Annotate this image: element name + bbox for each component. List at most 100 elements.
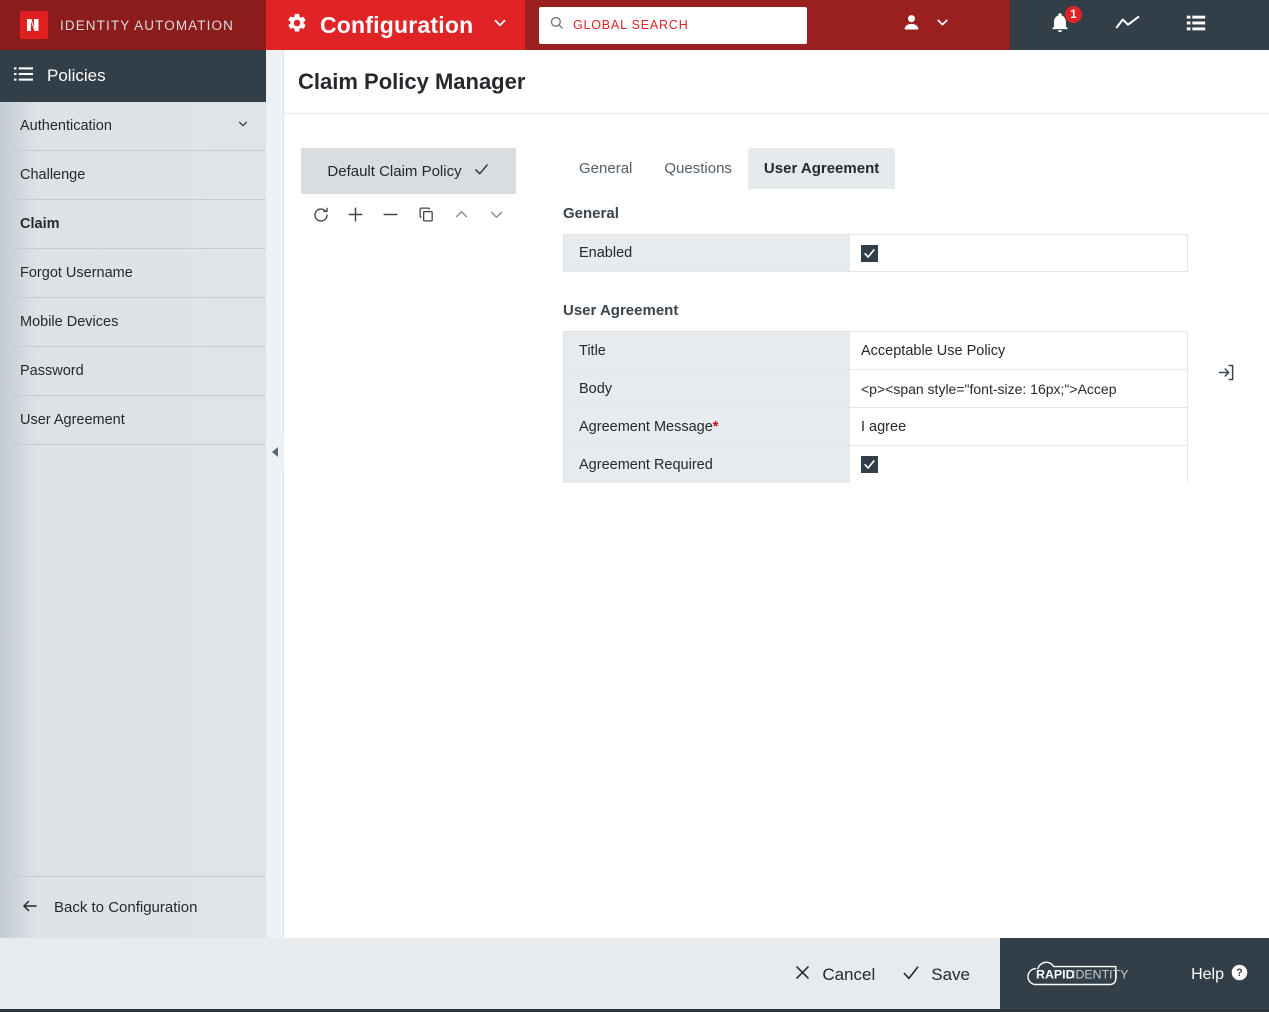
policy-list-panel: Default Claim Policy bbox=[301, 148, 516, 513]
chevron-down-icon[interactable] bbox=[491, 14, 509, 37]
field-label-text: Title bbox=[579, 342, 606, 359]
list-view-icon bbox=[1185, 12, 1207, 39]
top-bar: IDENTITY AUTOMATION Configuration GLOBAL… bbox=[0, 0, 1269, 50]
notifications-button[interactable]: 1 bbox=[1026, 0, 1094, 50]
list-view-button[interactable] bbox=[1162, 0, 1230, 50]
tab-bar: General Questions User Agreement bbox=[563, 148, 1243, 189]
plus-icon bbox=[346, 205, 365, 227]
copy-icon bbox=[418, 206, 435, 226]
move-down-button[interactable] bbox=[485, 203, 508, 229]
global-search-box[interactable] bbox=[539, 6, 807, 44]
main-area: Claim Policy Manager Default Claim Polic… bbox=[266, 50, 1269, 938]
move-up-button[interactable] bbox=[450, 203, 473, 229]
sidebar-item-label: Claim bbox=[20, 216, 60, 232]
field-row-agreement-message: Agreement Message * I agree bbox=[563, 407, 1188, 445]
save-label: Save bbox=[931, 965, 970, 984]
sidebar-item-password[interactable]: Password bbox=[0, 347, 266, 396]
chevron-down-icon bbox=[934, 14, 951, 36]
sidebar-item-label: Authentication bbox=[20, 118, 112, 134]
save-button[interactable]: Save bbox=[901, 963, 970, 988]
footer-bar: Cancel Save RAPID IDENTITY Help ? bbox=[0, 938, 1269, 1012]
question-circle-icon: ? bbox=[1231, 964, 1248, 986]
copy-button[interactable] bbox=[415, 203, 438, 229]
footer-branding: RAPID IDENTITY Help ? bbox=[1000, 938, 1269, 1012]
title-field[interactable]: Acceptable Use Policy bbox=[850, 332, 1187, 369]
field-row-title: Title Acceptable Use Policy bbox=[563, 331, 1188, 369]
triangle-left-icon bbox=[272, 447, 278, 457]
tab-general[interactable]: General bbox=[563, 148, 648, 189]
tab-label: Questions bbox=[664, 160, 732, 177]
field-label: Agreement Required bbox=[564, 446, 850, 483]
field-label: Agreement Message * bbox=[564, 408, 850, 445]
sidebar-item-forgot-username[interactable]: Forgot Username bbox=[0, 249, 266, 298]
field-label: Body bbox=[564, 370, 850, 407]
rapididentity-logo: RAPID IDENTITY bbox=[1022, 958, 1130, 992]
analytics-button[interactable] bbox=[1094, 0, 1162, 50]
cancel-button[interactable]: Cancel bbox=[793, 963, 875, 987]
sidebar-item-mobile-devices[interactable]: Mobile Devices bbox=[0, 298, 266, 347]
notification-badge: 1 bbox=[1064, 5, 1083, 24]
section-user-agreement: User Agreement Title Acceptable Use Poli… bbox=[563, 302, 1243, 483]
policy-list-item-label: Default Claim Policy bbox=[327, 162, 462, 180]
help-button[interactable]: Help ? bbox=[1191, 964, 1248, 986]
sidebar-item-label: Password bbox=[20, 363, 84, 379]
enabled-checkbox[interactable] bbox=[861, 244, 878, 262]
top-bar-middle bbox=[525, 0, 1010, 50]
sidebar-item-label: Mobile Devices bbox=[20, 314, 119, 330]
help-label: Help bbox=[1191, 966, 1224, 983]
refresh-button[interactable] bbox=[309, 203, 332, 229]
field-row-enabled: Enabled bbox=[563, 234, 1188, 272]
sidebar: Policies Authentication Challenge Claim … bbox=[0, 50, 266, 938]
check-icon bbox=[901, 963, 921, 988]
add-button[interactable] bbox=[344, 203, 367, 229]
configuration-title: Configuration bbox=[320, 11, 474, 38]
search-icon bbox=[549, 15, 564, 35]
sidebar-item-user-agreement[interactable]: User Agreement bbox=[0, 396, 266, 445]
footer-actions: Cancel Save bbox=[0, 938, 1000, 1012]
configuration-menu[interactable]: Configuration bbox=[266, 0, 525, 50]
field-row-agreement-required: Agreement Required bbox=[563, 445, 1188, 483]
page-title: Claim Policy Manager bbox=[298, 68, 526, 94]
open-body-editor-button[interactable] bbox=[1215, 363, 1238, 386]
sidebar-item-claim[interactable]: Claim bbox=[0, 200, 266, 249]
sidebar-item-challenge[interactable]: Challenge bbox=[0, 151, 266, 200]
field-value bbox=[850, 235, 1187, 271]
sidebar-item-authentication[interactable]: Authentication bbox=[0, 102, 266, 151]
app-root: IDENTITY AUTOMATION Configuration GLOBAL… bbox=[0, 0, 1269, 1012]
sidebar-item-label: User Agreement bbox=[20, 412, 125, 428]
user-icon bbox=[901, 12, 922, 38]
sidebar-item-label: Forgot Username bbox=[20, 265, 133, 281]
check-icon bbox=[473, 161, 490, 182]
required-asterisk: * bbox=[712, 418, 719, 435]
field-row-body: Body <p><span style="font-size: 16px;">A… bbox=[563, 369, 1188, 407]
tab-label: General bbox=[579, 160, 633, 177]
content-area: Default Claim Policy General Questions U… bbox=[284, 114, 1269, 513]
chevron-down-icon[interactable] bbox=[236, 117, 250, 135]
sidebar-title: Policies bbox=[47, 66, 106, 85]
policy-list-item-default-claim-policy[interactable]: Default Claim Policy bbox=[301, 148, 516, 194]
identity-automation-logo-icon bbox=[20, 11, 48, 39]
svg-text:IDENTITY: IDENTITY bbox=[1072, 968, 1128, 982]
body-field[interactable]: <p><span style="font-size: 16px;">Accep bbox=[850, 370, 1187, 407]
back-to-configuration-label: Back to Configuration bbox=[54, 899, 198, 916]
section-heading: User Agreement bbox=[563, 302, 679, 319]
remove-button[interactable] bbox=[379, 203, 402, 229]
tab-user-agreement[interactable]: User Agreement bbox=[747, 148, 896, 189]
field-label-text: Body bbox=[579, 380, 613, 397]
section-heading: General bbox=[563, 205, 619, 222]
arrow-left-icon bbox=[20, 897, 40, 919]
refresh-icon bbox=[312, 206, 330, 227]
back-to-configuration-button[interactable]: Back to Configuration bbox=[0, 876, 266, 938]
agreement-message-field[interactable]: I agree bbox=[850, 408, 1187, 445]
user-menu[interactable] bbox=[901, 12, 951, 38]
search-input[interactable] bbox=[573, 18, 797, 32]
open-editor-icon bbox=[1216, 362, 1237, 388]
tab-label: User Agreement bbox=[763, 160, 880, 177]
field-label-text: Agreement Required bbox=[579, 456, 713, 473]
section-general: General Enabled bbox=[563, 205, 1243, 272]
brand-block[interactable]: IDENTITY AUTOMATION bbox=[0, 0, 266, 50]
agreement-required-checkbox[interactable] bbox=[861, 456, 878, 473]
sidebar-item-label: Challenge bbox=[20, 167, 86, 183]
sidebar-collapse-handle[interactable] bbox=[266, 434, 284, 470]
tab-questions[interactable]: Questions bbox=[648, 148, 748, 189]
